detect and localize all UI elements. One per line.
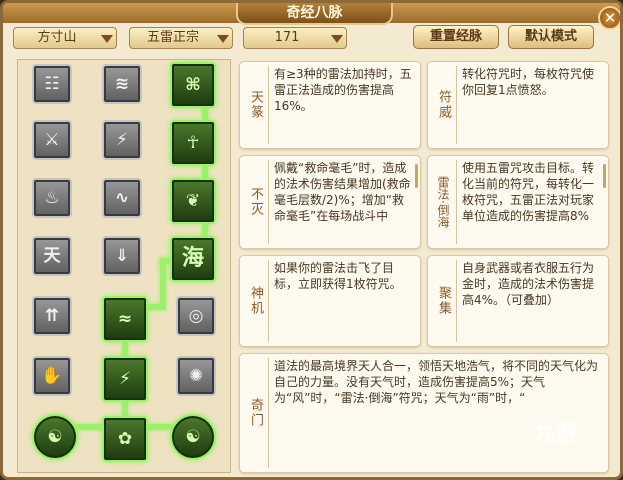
meridian-grid: ☷ ⚔ ♨ 天 ⇈ ✋ ☯ ≋ ⚡ ∿ ⇓ ≈ ⚡ ✿ ⌘ ☥ ❦ 海 ◎ ✺ … [17, 59, 231, 473]
talent-name: 符威 [431, 66, 457, 144]
talent-name: 聚集 [431, 260, 457, 342]
swirl-icon: ☯ [185, 427, 201, 447]
talent-name: 雷法·倒海 [431, 160, 457, 244]
burst-icon: ✺ [188, 366, 204, 386]
node-c3-r3[interactable]: ❦ [170, 178, 216, 224]
sea-glyph-icon: 海 [181, 246, 204, 271]
node-c2-r2[interactable]: ⚡ [102, 120, 142, 160]
chevron-down-icon [101, 35, 113, 43]
talent-card-qimen[interactable]: 奇门 道法的最高境界天人合一，领悟天地浩气，将不同的天气化为自己的力量。没有天气… [239, 353, 609, 473]
node-c1-r2[interactable]: ⚔ [32, 120, 72, 160]
node-c2-r6[interactable]: ⚡ [102, 356, 148, 402]
scheme-dropdown[interactable]: 五雷正宗 [129, 27, 233, 49]
flame-icon: ♨ [44, 188, 60, 208]
talent-window: 奇经八脉 ✕ 方寸山 五雷正宗 171 重置经脉 默认模式 ☷ ⚔ ♨ 天 ⇈ … [0, 0, 623, 480]
talent-desc: 有≥3种的雷法加持时，五雷正法造成的伤害提高16%。 [274, 67, 412, 113]
talent-desc: 自身武器或者衣服五行为金时，造成的法术伤害提高4%。（可叠加） [462, 261, 595, 307]
node-c1-r6[interactable]: ✋ [32, 356, 72, 396]
talent-name: 天篆 [243, 66, 269, 144]
down-arrow-icon: ⇓ [114, 246, 130, 266]
talent-name: 奇门 [243, 358, 269, 468]
gear-rune-icon: ☷ [44, 74, 60, 94]
talent-name: 不灭 [243, 160, 269, 244]
up-arrows-icon: ⇈ [44, 306, 60, 326]
talent-desc: 如果你的雷法击飞了目标，立即获得1枚符咒。 [274, 261, 402, 291]
node-c1-r1[interactable]: ☷ [32, 64, 72, 104]
chevron-down-icon [217, 35, 229, 43]
feather-icon: ❦ [185, 191, 201, 211]
path-link [160, 258, 166, 310]
talent-desc: 转化符咒时，每枚符咒使你回复1点愤怒。 [462, 67, 595, 97]
node-c2-r3[interactable]: ∿ [102, 178, 142, 218]
window-title: 奇经八脉 [236, 3, 393, 25]
spirit-icon: ✿ [117, 429, 133, 449]
scrollbar[interactable] [415, 164, 418, 188]
serpent-icon: ∿ [114, 188, 130, 208]
talisman-book-icon: ⌘ [185, 75, 201, 95]
watermark-text: 九游 [533, 421, 578, 446]
swirl-icon: ☯ [47, 427, 63, 447]
default-mode-button[interactable]: 默认模式 [508, 25, 594, 49]
hand-icon: ✋ [41, 366, 63, 386]
close-icon[interactable]: ✕ [598, 6, 620, 30]
talent-desc: 使用五雷咒攻击目标。转化当前的符咒，每转化一枚符咒，五雷正法对玩家单位造成的伤害… [462, 161, 595, 223]
blade-icon: ⚔ [44, 130, 60, 150]
talent-desc: 道法的最高境界天人合一，领悟天地浩气，将不同的天气化为自己的力量。没有天气时，造… [274, 359, 599, 405]
school-dropdown[interactable]: 方寸山 [13, 27, 117, 49]
lightning-icon: ⚡ [116, 130, 128, 150]
node-c2-r4[interactable]: ⇓ [102, 236, 142, 276]
talent-card-bumie[interactable]: 不灭 佩戴“救命毫毛”时，造成的法术伤害结果增加(救命毫毛层数/2)%；增加“救… [239, 155, 421, 249]
node-c2-r5[interactable]: ≈ [102, 296, 148, 342]
node-c3-r2[interactable]: ☥ [170, 120, 216, 166]
talent-card-leifa-daohai[interactable]: 雷法·倒海 使用五雷咒攻击目标。转化当前的符咒，每转化一枚符咒，五雷正法对玩家单… [427, 155, 609, 249]
school-value: 方寸山 [37, 30, 77, 45]
node-c1-r3[interactable]: ♨ [32, 178, 72, 218]
chevron-down-icon [331, 35, 343, 43]
talent-name: 神机 [243, 260, 269, 342]
node-c1-r4[interactable]: 天 [32, 236, 72, 276]
node-c3-r5[interactable]: ◎ [176, 296, 216, 336]
node-c3-r7[interactable]: ☯ [170, 414, 216, 460]
talent-card-juji[interactable]: 聚集 自身武器或者衣服五行为金时，造成的法术伤害提高4%。（可叠加） [427, 255, 609, 347]
scheme-value: 五雷正宗 [146, 30, 199, 45]
water-icon: ≈ [117, 309, 133, 329]
figure-icon: ☥ [186, 133, 200, 153]
scrollbar[interactable] [603, 164, 606, 188]
talent-card-tianzhuan[interactable]: 天篆 有≥3种的雷法加持时，五雷正法造成的伤害提高16%。 [239, 61, 421, 149]
talent-card-fuwei[interactable]: 符威 转化符咒时，每枚符咒使你回复1点愤怒。 [427, 61, 609, 149]
node-c2-r7[interactable]: ✿ [102, 416, 148, 462]
level-value: 171 [274, 30, 300, 45]
node-c1-r5[interactable]: ⇈ [32, 296, 72, 336]
node-c3-r1[interactable]: ⌘ [170, 62, 216, 108]
node-c3-r4[interactable]: 海 [170, 236, 216, 282]
heaven-glyph-icon: 天 [43, 246, 61, 266]
talent-card-shenji[interactable]: 神机 如果你的雷法击飞了目标，立即获得1枚符咒。 [239, 255, 421, 347]
wave-icon: ≋ [114, 74, 130, 94]
level-dropdown[interactable]: 171 [243, 27, 347, 49]
reset-meridians-button[interactable]: 重置经脉 [413, 25, 499, 49]
node-c3-r6[interactable]: ✺ [176, 356, 216, 396]
talent-desc: 佩戴“救命毫毛”时，造成的法术伤害结果增加(救命毫毛层数/2)%；增加“救命毫毛… [274, 161, 411, 223]
ring-icon: ◎ [188, 306, 204, 326]
node-c2-r1[interactable]: ≋ [102, 64, 142, 104]
node-c1-r7[interactable]: ☯ [32, 414, 78, 460]
thunder-cards-icon: ⚡ [119, 369, 131, 389]
